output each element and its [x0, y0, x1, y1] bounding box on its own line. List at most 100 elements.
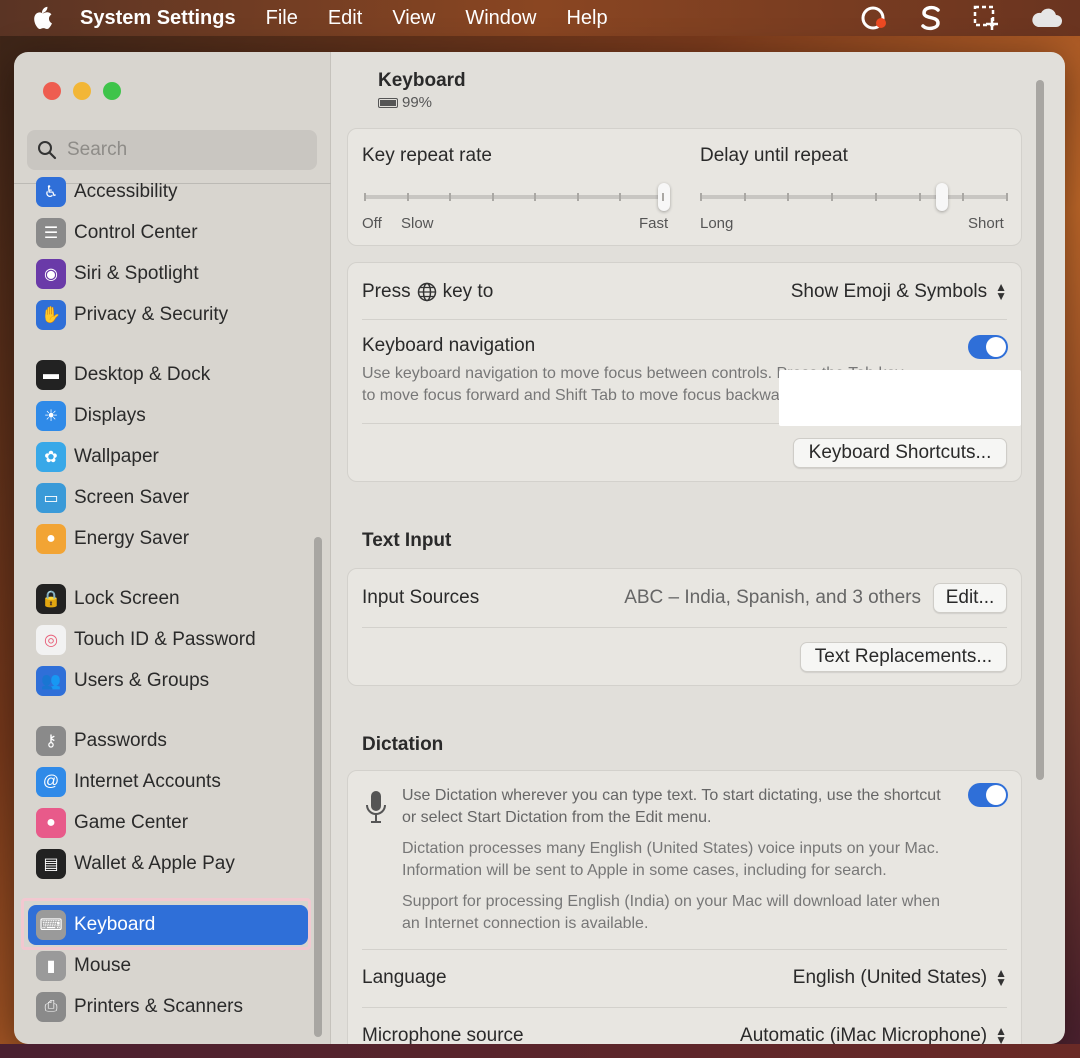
- slider-tick: [787, 193, 790, 201]
- users-icon: 👥: [36, 666, 66, 696]
- search-input[interactable]: [67, 139, 287, 161]
- accessibility-icon: ♿: [36, 177, 66, 207]
- delay-repeat-label: Delay until repeat: [700, 145, 848, 166]
- microphone-icon: [364, 789, 388, 830]
- slider-tick: [491, 193, 494, 201]
- sidebar-item-passwords[interactable]: ⚷ Passwords: [28, 721, 308, 761]
- slider-tick: [743, 193, 746, 201]
- sidebar-item-displays[interactable]: ☀ Displays: [28, 396, 308, 436]
- sidebar-item-label: Passwords: [74, 730, 167, 751]
- keyboard-shortcuts-button[interactable]: Keyboard Shortcuts...: [793, 438, 1007, 468]
- sidebar-item-label: Game Center: [74, 812, 189, 833]
- chevron-updown-icon: ▲ ▼: [995, 966, 1007, 989]
- sidebar-item-label: Lock Screen: [74, 588, 180, 609]
- keyboard-nav-label: Keyboard navigation: [362, 335, 536, 356]
- sidebar-item-mouse[interactable]: ▮ Mouse: [28, 946, 308, 986]
- menu-window[interactable]: Window: [465, 7, 536, 30]
- apple-icon[interactable]: [30, 6, 54, 30]
- control-center-icon: ☰: [36, 218, 66, 248]
- sidebar-item-siri-spotlight[interactable]: ◉ Siri & Spotlight: [28, 254, 308, 294]
- divider: [362, 949, 1007, 950]
- key-icon: ⚷: [36, 726, 66, 756]
- sidebar-item-accessibility[interactable]: ♿ Accessibility: [28, 172, 308, 212]
- sidebar-item-wallet-apple-pay[interactable]: ▤ Wallet & Apple Pay: [28, 844, 308, 884]
- printer-icon: ⎙: [36, 992, 66, 1022]
- close-button[interactable]: [43, 82, 61, 100]
- s-app-icon[interactable]: [920, 5, 942, 31]
- slider-tick: [700, 193, 702, 201]
- menu-view[interactable]: View: [392, 7, 435, 30]
- sidebar-item-label: Mouse: [74, 955, 132, 976]
- sun-icon: ☀: [36, 401, 66, 431]
- sidebar-item-wallpaper[interactable]: ✿ Wallpaper: [28, 437, 308, 477]
- sidebar-item-lock-screen[interactable]: 🔒 Lock Screen: [28, 579, 308, 619]
- language-popup[interactable]: English (United States) ▲ ▼: [793, 967, 1007, 989]
- language-value: English (United States): [792, 967, 988, 988]
- sidebar-item-printers-scanners[interactable]: ⎙ Printers & Scanners: [28, 987, 308, 1027]
- sidebar-scrollbar[interactable]: [314, 537, 322, 1037]
- menu-help[interactable]: Help: [566, 7, 607, 30]
- globe-icon: [417, 282, 437, 302]
- sidebar-item-label: Wallet & Apple Pay: [74, 853, 235, 874]
- sidebar-item-touch-id-password[interactable]: ◎ Touch ID & Password: [28, 620, 308, 660]
- menu-file[interactable]: File: [266, 7, 298, 30]
- press-key-prefix: Press: [362, 281, 411, 302]
- key-repeat-knob[interactable]: [658, 183, 670, 211]
- menu-app-name[interactable]: System Settings: [80, 7, 236, 30]
- sidebar-item-privacy-security[interactable]: ✋ Privacy & Security: [28, 295, 308, 335]
- dictation-toggle[interactable]: [968, 783, 1008, 807]
- slider-tick: [962, 193, 965, 201]
- input-sources-row: Input Sources ABC – India, Spanish, and …: [362, 583, 1007, 613]
- keyboard-nav-toggle[interactable]: [968, 335, 1008, 359]
- sidebar-item-internet-accounts[interactable]: @ Internet Accounts: [28, 762, 308, 802]
- slider-tick: [918, 193, 921, 201]
- edit-sources-button[interactable]: Edit...: [933, 583, 1007, 613]
- key-repeat-off: Off: [362, 215, 382, 232]
- sidebar-item-screen-saver[interactable]: ▭ Screen Saver: [28, 478, 308, 518]
- dictation-line-1: Use Dictation wherever you can type text…: [402, 787, 941, 804]
- input-sources-label: Input Sources: [362, 587, 480, 608]
- creative-cloud-icon[interactable]: [860, 5, 890, 31]
- chevron-updown-icon: ▲ ▼: [995, 1024, 1007, 1047]
- content-scrollbar[interactable]: [1036, 80, 1044, 780]
- slider-tick: [662, 193, 664, 201]
- sidebar-item-energy-saver[interactable]: ● Energy Saver: [28, 519, 308, 559]
- battery-status: 99%: [378, 94, 466, 111]
- window-controls: [43, 82, 121, 100]
- minimize-button[interactable]: [73, 82, 91, 100]
- sidebar-item-users-groups[interactable]: 👥 Users & Groups: [28, 661, 308, 701]
- key-repeat-fast: Fast: [639, 215, 669, 232]
- search-field[interactable]: [27, 130, 317, 170]
- sidebar-item-label: Displays: [74, 405, 146, 426]
- screenshot-icon[interactable]: [972, 4, 1000, 32]
- sidebar: ♿ Accessibility ☰ Control Center ◉ Siri & Spo…: [14, 52, 331, 1044]
- language-label: Language: [362, 967, 447, 988]
- divider: [362, 319, 1007, 320]
- bulb-icon: ●: [36, 524, 66, 554]
- sidebar-item-desktop-dock[interactable]: ▬ Desktop & Dock: [28, 355, 308, 395]
- slider-tick: [449, 193, 452, 201]
- sidebar-item-label: Energy Saver: [74, 528, 190, 549]
- menu-edit[interactable]: Edit: [328, 7, 362, 30]
- key-repeat-label: Key repeat rate: [362, 145, 492, 166]
- dictation-line-4: Information will be sent to Apple in som…: [402, 862, 887, 879]
- cloud-icon[interactable]: [1030, 7, 1062, 29]
- slider-tick: [831, 193, 834, 201]
- sidebar-item-game-center[interactable]: ● Game Center: [28, 803, 308, 843]
- delay-repeat-knob[interactable]: [936, 183, 948, 211]
- sidebar-item-label: Desktop & Dock: [74, 364, 211, 385]
- sidebar-item-label: Siri & Spotlight: [74, 263, 199, 284]
- divider: [362, 627, 1007, 628]
- divider: [362, 1007, 1007, 1008]
- press-key-popup[interactable]: Show Emoji & Symbols ▲ ▼: [791, 281, 1007, 303]
- slider-tick: [406, 193, 409, 201]
- text-input-title: Text Input: [362, 530, 452, 551]
- battery-level: 99%: [402, 94, 433, 111]
- sidebar-item-control-center[interactable]: ☰ Control Center: [28, 213, 308, 253]
- zoom-button[interactable]: [103, 82, 121, 100]
- desktop-strip: [0, 1044, 1080, 1058]
- at-icon: @: [36, 767, 66, 797]
- dictation-line-6: an Internet connection is available.: [402, 915, 649, 932]
- press-key-suffix: key to: [442, 281, 494, 302]
- text-replacements-button[interactable]: Text Replacements...: [800, 642, 1007, 672]
